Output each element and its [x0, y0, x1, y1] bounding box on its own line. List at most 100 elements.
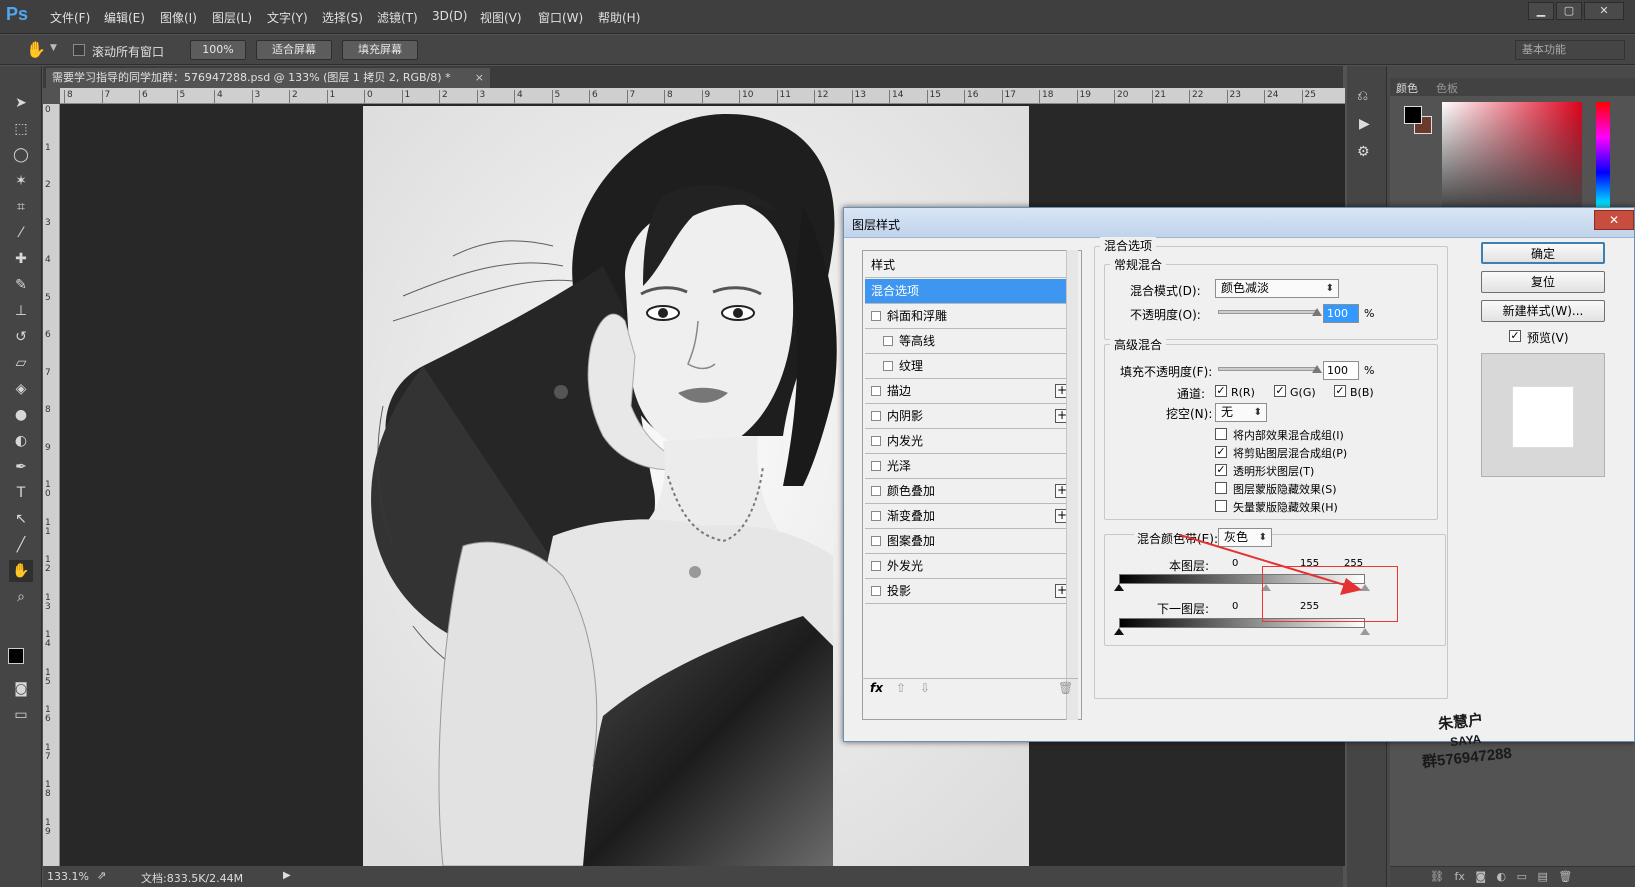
underlying-white-slider[interactable]	[1360, 628, 1370, 635]
workspace-select[interactable]: 基本功能	[1515, 40, 1625, 60]
style-item-checkbox[interactable]	[883, 361, 893, 371]
style-item[interactable]: 外发光	[865, 554, 1075, 579]
document-tab[interactable]: 需要学习指导的同学加群：576947288.psd @ 133% (图层 1 拷…	[46, 68, 490, 88]
style-list-scrollbar[interactable]	[1066, 250, 1078, 720]
trash-icon[interactable]: 🗑	[1058, 681, 1073, 695]
tab-close-icon[interactable]: ×	[475, 68, 484, 87]
channel-r-checkbox[interactable]: ✓	[1215, 385, 1227, 397]
history-panel-icon[interactable]: ⎌	[1357, 88, 1368, 104]
menu-item-1[interactable]: 编辑(E)	[104, 9, 145, 26]
style-item[interactable]: 图案叠加	[865, 529, 1075, 554]
clone-stamp-icon[interactable]: ⊥	[9, 300, 33, 322]
style-item[interactable]: 等高线	[865, 329, 1075, 354]
style-item[interactable]: 内发光	[865, 429, 1075, 454]
color-field[interactable]	[1442, 102, 1582, 208]
healing-brush-icon[interactable]: ✚	[9, 248, 33, 270]
dodge-tool-icon[interactable]: ◐	[9, 430, 33, 452]
style-item-checkbox[interactable]	[883, 336, 893, 346]
blend-if-select[interactable]: 灰色	[1218, 528, 1272, 547]
maximize-button[interactable]: ▢	[1556, 2, 1582, 20]
lasso-tool-icon[interactable]: ◯	[9, 144, 33, 166]
foreground-color-swatch[interactable]	[8, 648, 24, 664]
magic-wand-icon[interactable]: ✶	[9, 170, 33, 192]
layers-footer-icons[interactable]: ⛓ fx ◙ ◐ ▭ ▤ 🗑	[1390, 866, 1635, 887]
actions-play-icon[interactable]: ▶	[1359, 116, 1370, 132]
move-tool-icon[interactable]: ➤	[9, 92, 33, 114]
knockout-select[interactable]: 无	[1215, 403, 1267, 422]
crop-tool-icon[interactable]: ⌗	[9, 196, 33, 218]
style-item-checkbox[interactable]	[871, 386, 881, 396]
underlying-black-slider[interactable]	[1114, 628, 1124, 635]
zoom-tool-icon[interactable]: ⌕	[9, 586, 33, 608]
fill-opacity-input[interactable]: 100	[1323, 361, 1359, 380]
menu-item-2[interactable]: 图像(I)	[160, 9, 197, 26]
screen-mode-icon[interactable]: ▭	[9, 704, 33, 726]
style-item[interactable]: 纹理	[865, 354, 1075, 379]
menu-item-4[interactable]: 文字(Y)	[267, 9, 308, 26]
menu-item-5[interactable]: 选择(S)	[322, 9, 363, 26]
hand-tool-active-icon[interactable]: ✋	[9, 560, 33, 582]
fg-color-chip[interactable]	[1404, 106, 1422, 124]
ok-button[interactable]: 确定	[1481, 242, 1605, 264]
style-item[interactable]: 投影 +	[865, 579, 1075, 604]
style-item[interactable]: 渐变叠加 +	[865, 504, 1075, 529]
tab-color[interactable]: 颜色	[1396, 80, 1418, 96]
menu-item-9[interactable]: 窗口(W)	[538, 9, 583, 26]
channel-b-checkbox[interactable]: ✓	[1334, 385, 1346, 397]
dialog-titlebar[interactable]: 图层样式 ✕	[844, 208, 1634, 238]
scroll-all-windows-checkbox[interactable]	[73, 44, 85, 56]
eyedropper-icon[interactable]: ⁄	[9, 222, 33, 244]
zoom-100-button[interactable]: 100%	[190, 40, 246, 60]
style-item[interactable]: 描边 +	[865, 379, 1075, 404]
fit-screen-button[interactable]: 适合屏幕	[256, 40, 332, 60]
style-item[interactable]: 内阴影 +	[865, 404, 1075, 429]
menu-item-10[interactable]: 帮助(H)	[598, 9, 640, 26]
reset-button[interactable]: 复位	[1481, 271, 1605, 293]
this-layer-black-slider[interactable]	[1114, 584, 1124, 591]
style-item[interactable]: 颜色叠加 +	[865, 479, 1075, 504]
marquee-tool-icon[interactable]: ⬚	[9, 118, 33, 140]
zoom-level[interactable]: 133.1%	[47, 870, 89, 883]
properties-panel-icon[interactable]: ⚙	[1357, 144, 1370, 160]
vector-mask-hides-checkbox[interactable]	[1215, 500, 1227, 512]
style-item-checkbox[interactable]	[871, 511, 881, 521]
pen-tool-icon[interactable]: ✒	[9, 456, 33, 478]
hand-tool-icon[interactable]: ✋	[26, 40, 46, 59]
chevron-down-icon[interactable]: ▼	[50, 43, 57, 53]
transparency-shapes-checkbox[interactable]: ✓	[1215, 464, 1227, 476]
preview-checkbox[interactable]: ✓	[1509, 330, 1521, 342]
opacity-slider[interactable]	[1218, 310, 1318, 314]
style-item[interactable]: 混合选项	[865, 279, 1075, 304]
paint-bucket-icon[interactable]: ◈	[9, 378, 33, 400]
fx-icon[interactable]: fx	[870, 681, 883, 695]
style-item-checkbox[interactable]	[871, 311, 881, 321]
brush-tool-icon[interactable]: ✎	[9, 274, 33, 296]
style-item[interactable]: 光泽	[865, 454, 1075, 479]
move-up-icon[interactable]: ⇧	[896, 681, 906, 695]
fill-screen-button[interactable]: 填充屏幕	[342, 40, 418, 60]
dialog-close-button[interactable]: ✕	[1594, 210, 1634, 230]
opacity-input[interactable]: 100	[1323, 304, 1359, 323]
move-down-icon[interactable]: ⇩	[920, 681, 930, 695]
share-icon[interactable]: ⇗	[97, 869, 106, 882]
style-item[interactable]: 斜面和浮雕	[865, 304, 1075, 329]
menu-item-0[interactable]: 文件(F)	[50, 9, 90, 26]
path-selection-icon[interactable]: ↖	[9, 508, 33, 530]
menu-item-7[interactable]: 3D(D)	[432, 9, 467, 23]
style-item-checkbox[interactable]	[871, 561, 881, 571]
status-menu-arrow-icon[interactable]: ▶	[283, 870, 291, 881]
blend-mode-select[interactable]: 颜色减淡	[1215, 279, 1339, 298]
menu-item-6[interactable]: 滤镜(T)	[377, 9, 418, 26]
line-tool-icon[interactable]: ╱	[9, 534, 33, 556]
history-brush-icon[interactable]: ↺	[9, 326, 33, 348]
fill-opacity-slider-thumb[interactable]	[1312, 365, 1322, 373]
channel-g-checkbox[interactable]: ✓	[1274, 385, 1286, 397]
blur-tool-icon[interactable]: ●	[9, 404, 33, 426]
layer-mask-hides-checkbox[interactable]	[1215, 482, 1227, 494]
blend-clipped-checkbox[interactable]: ✓	[1215, 446, 1227, 458]
menu-item-8[interactable]: 视图(V)	[480, 9, 522, 26]
menu-item-3[interactable]: 图层(L)	[212, 9, 252, 26]
fill-opacity-slider[interactable]	[1218, 367, 1318, 371]
quick-mask-icon[interactable]: ◙	[9, 678, 33, 700]
tab-swatches[interactable]: 色板	[1436, 80, 1458, 96]
